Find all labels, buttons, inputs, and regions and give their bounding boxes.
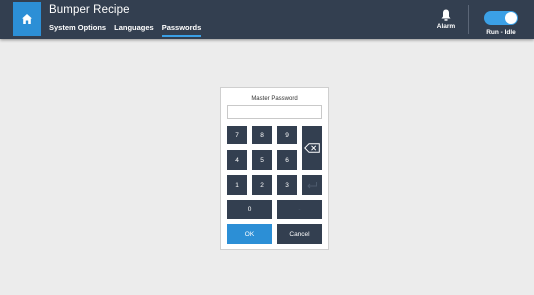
password-dialog: Master Password 7 8 9 4 5 6 1 2 3 0 - OK… xyxy=(220,87,329,250)
home-icon xyxy=(22,14,32,24)
key-2[interactable]: 2 xyxy=(252,175,272,195)
key-6[interactable]: 6 xyxy=(277,150,297,170)
key-7[interactable]: 7 xyxy=(227,126,247,144)
key-0[interactable]: 0 xyxy=(227,200,272,219)
home-button[interactable] xyxy=(13,2,41,36)
key-9[interactable]: 9 xyxy=(277,126,297,144)
dialog-title: Master Password xyxy=(251,96,298,102)
key-4[interactable]: 4 xyxy=(227,150,247,170)
alarm-button[interactable]: Alarm xyxy=(433,9,459,37)
key-5[interactable]: 5 xyxy=(252,150,272,170)
top-bar: Bumper Recipe System Options Languages P… xyxy=(0,0,534,39)
run-mode-toggle[interactable]: Run - Idle xyxy=(481,11,521,37)
key-8[interactable]: 8 xyxy=(252,126,272,144)
enter-button[interactable] xyxy=(302,175,322,195)
tab-languages[interactable]: Languages xyxy=(114,23,154,37)
cancel-button[interactable]: Cancel xyxy=(277,224,322,244)
page-title: Bumper Recipe xyxy=(49,4,130,16)
run-toggle-switch[interactable] xyxy=(484,11,518,25)
tab-bar: System Options Languages Passwords xyxy=(49,23,202,37)
run-mode-label: Run - Idle xyxy=(486,29,516,36)
ok-button[interactable]: OK xyxy=(227,224,272,244)
password-input[interactable] xyxy=(227,105,322,119)
key-1[interactable]: 1 xyxy=(227,175,247,195)
key-3[interactable]: 3 xyxy=(277,175,297,195)
backspace-button[interactable] xyxy=(302,126,322,170)
tab-passwords[interactable]: Passwords xyxy=(161,23,202,37)
header-divider xyxy=(468,5,469,34)
tab-system-options[interactable]: System Options xyxy=(49,23,106,37)
alarm-label: Alarm xyxy=(436,23,456,30)
minus-button[interactable]: - xyxy=(277,200,322,219)
bell-icon xyxy=(441,9,451,21)
enter-icon xyxy=(307,182,317,189)
backspace-icon xyxy=(304,143,320,153)
toggle-knob xyxy=(505,12,517,24)
